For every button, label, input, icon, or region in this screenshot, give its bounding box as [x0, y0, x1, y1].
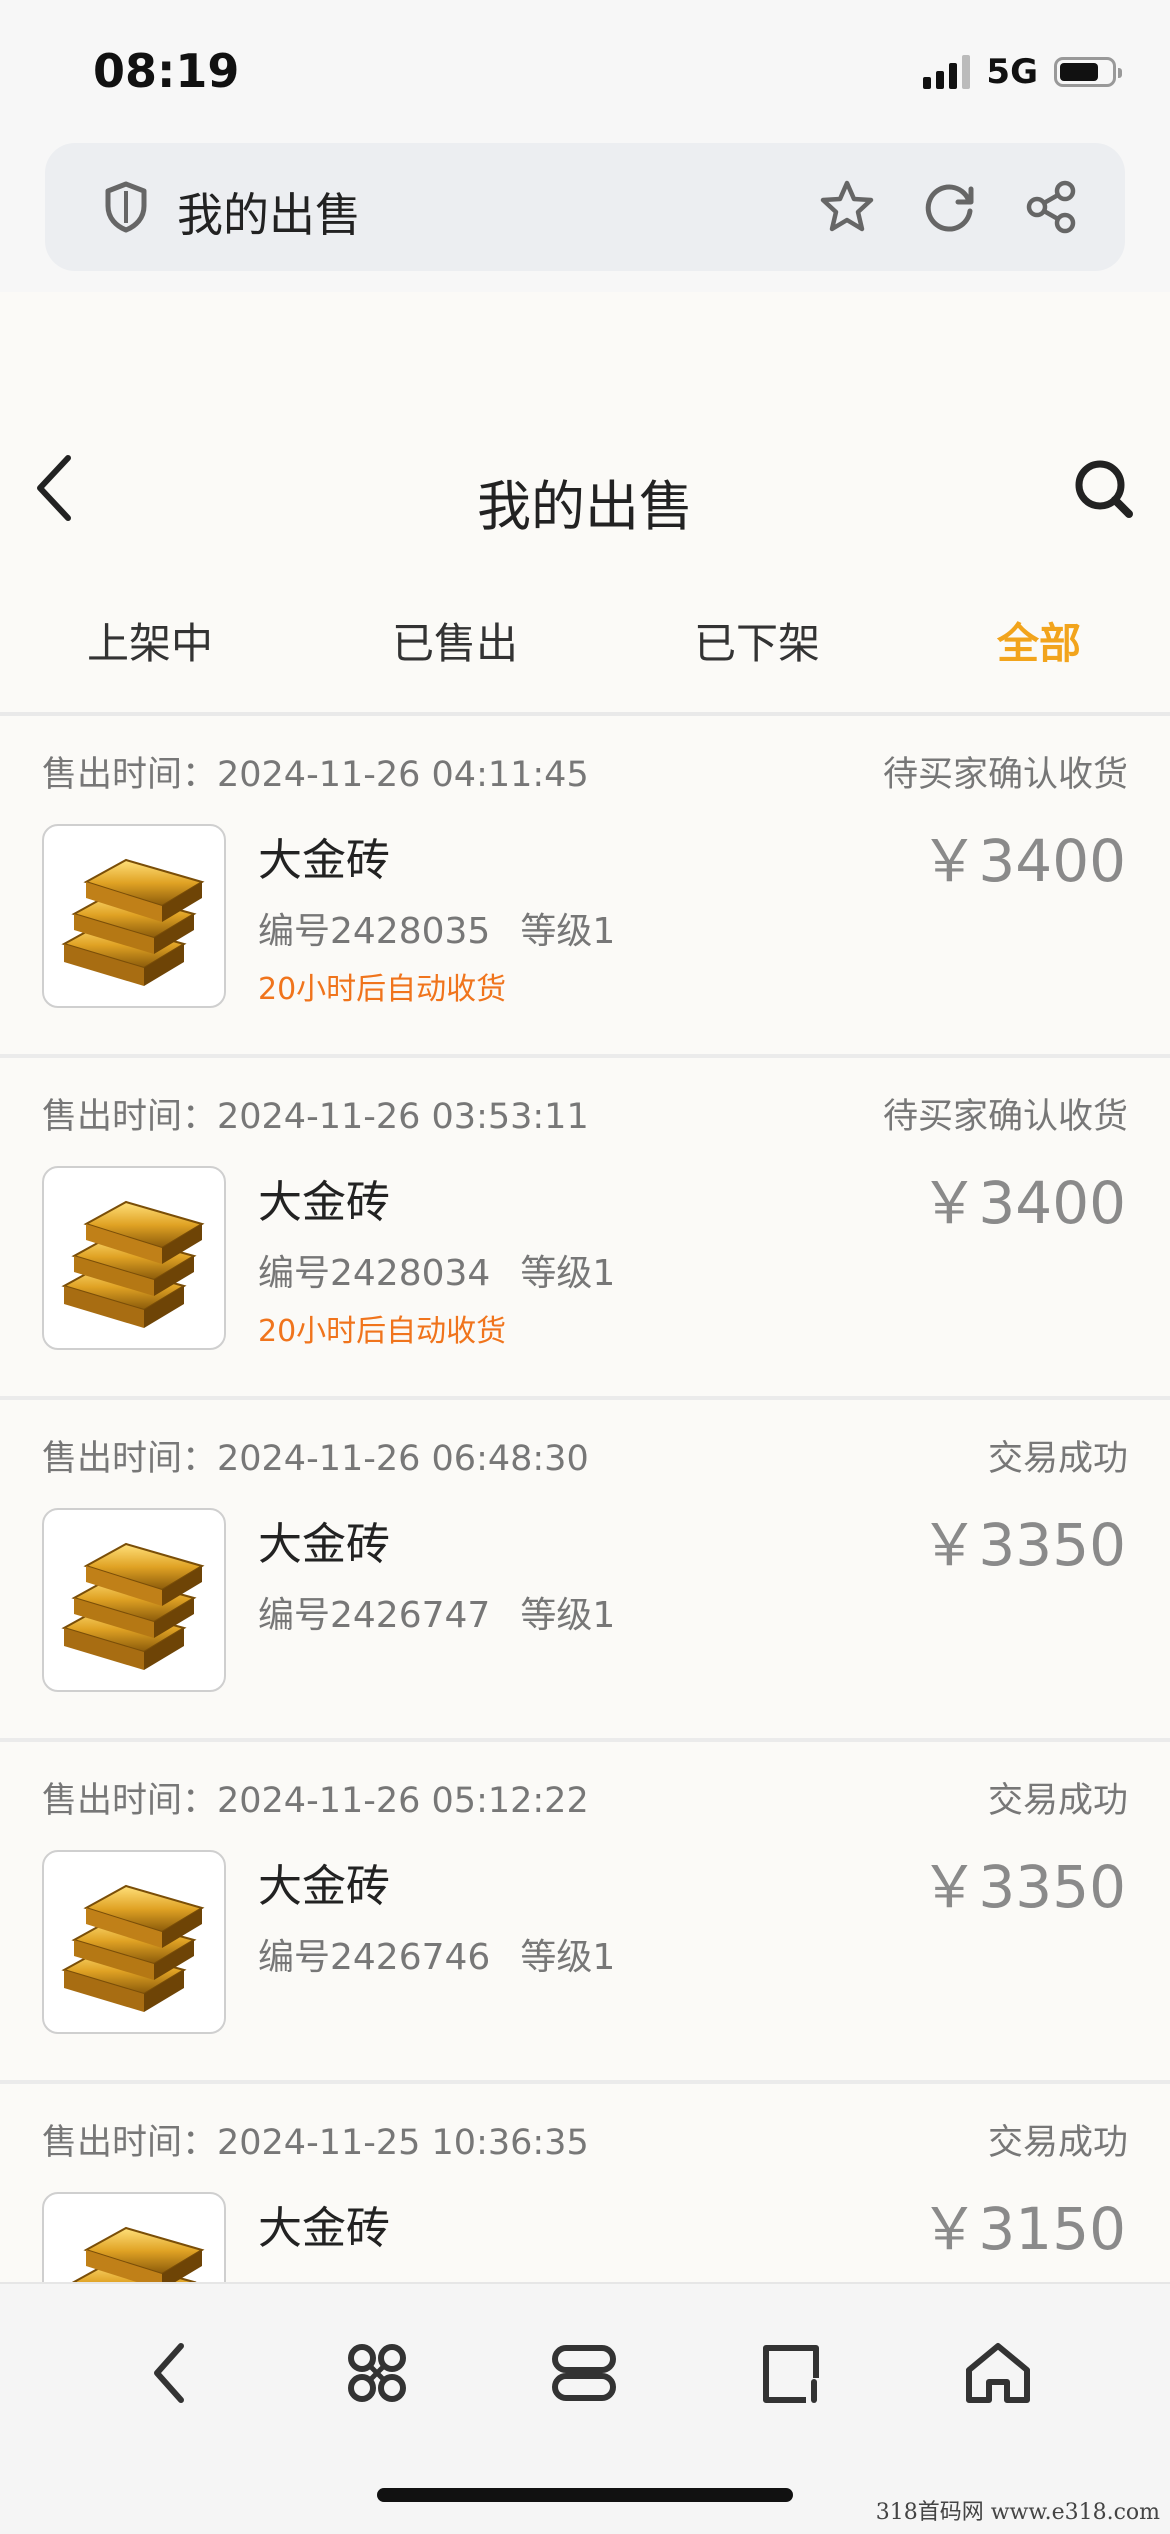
edit-icon[interactable]	[746, 2328, 836, 2418]
order-status: 待买家确认收货	[882, 1097, 1128, 1137]
shield-icon	[103, 181, 149, 237]
item-name: 大金砖	[258, 1519, 390, 1570]
order-item[interactable]: 售出时间：2024-11-26 03:53:11 待买家确认收货 大金砖 编号2…	[0, 1058, 1170, 1400]
address-title: 我的出售	[177, 188, 361, 242]
order-status: 交易成功	[987, 2123, 1128, 2163]
sell-time: 售出时间：2024-11-26 06:48:30	[42, 1439, 589, 1479]
item-meta: 编号2428035 等级1	[258, 902, 615, 954]
item-price: ￥3150	[920, 2195, 1126, 2263]
tab-on-sale[interactable]: 上架中	[30, 610, 270, 671]
order-status: 待买家确认收货	[882, 755, 1128, 795]
refresh-icon[interactable]	[919, 177, 979, 237]
watermark: 318首码网 www.e318.com	[875, 2500, 1160, 2525]
item-name: 大金砖	[258, 1861, 390, 1912]
item-serial: 编号2426746	[258, 1937, 491, 1978]
item-name: 大金砖	[258, 1177, 390, 1228]
item-price: ￥3400	[920, 1169, 1126, 1237]
gold-bar-icon	[42, 824, 226, 1008]
item-serial: 编号2426747	[258, 1595, 491, 1636]
order-status: 交易成功	[987, 1439, 1128, 1479]
item-meta: 编号2428034 等级1	[258, 1244, 615, 1296]
item-level: 等级1	[520, 911, 616, 952]
sell-time: 售出时间：2024-11-25 10:36:35	[42, 2123, 589, 2163]
item-price: ￥3350	[920, 1853, 1126, 1921]
tabs-icon[interactable]	[539, 2328, 629, 2418]
status-indicators: 5G	[923, 52, 1122, 92]
battery-icon	[1054, 57, 1122, 87]
search-icon[interactable]	[1072, 457, 1136, 525]
item-meta: 编号2426747 等级1	[258, 1586, 615, 1638]
status-bar: 08:19 5G	[0, 0, 1170, 140]
auto-receive-note: 20小时后自动收货	[258, 972, 507, 1007]
tab-bar: 上架中 已售出 已下架 全部	[0, 610, 1170, 690]
gold-bar-icon	[42, 1850, 226, 2034]
item-serial: 编号2428034	[258, 1253, 491, 1294]
item-serial: 编号2428035	[258, 911, 491, 952]
order-item[interactable]: 售出时间：2024-11-26 04:11:45 待买家确认收货 大金砖 编号2…	[0, 716, 1170, 1058]
tab-delisted[interactable]: 已下架	[637, 610, 877, 671]
item-price: ￥3400	[920, 827, 1126, 895]
page-title: 我的出售	[477, 475, 693, 538]
sell-time: 售出时间：2024-11-26 04:11:45	[42, 755, 589, 795]
tab-all[interactable]: 全部	[919, 610, 1159, 671]
item-name: 大金砖	[258, 835, 390, 886]
item-level: 等级1	[520, 1595, 616, 1636]
home-icon[interactable]	[953, 2328, 1043, 2418]
page-header: 我的出售 上架中 已售出 已下架 全部	[0, 292, 1170, 717]
item-level: 等级1	[520, 1937, 616, 1978]
apps-icon[interactable]	[332, 2328, 422, 2418]
gold-bar-icon	[42, 1508, 226, 1692]
signal-icon	[923, 55, 971, 89]
auto-receive-note: 20小时后自动收货	[258, 1314, 507, 1349]
star-icon[interactable]	[817, 177, 877, 237]
order-item[interactable]: 售出时间：2024-11-26 06:48:30 交易成功 大金砖 编号2426…	[0, 1400, 1170, 1742]
status-time: 08:19	[93, 44, 240, 98]
item-price: ￥3350	[920, 1511, 1126, 1579]
sell-time: 售出时间：2024-11-26 03:53:11	[42, 1097, 589, 1137]
item-meta: 编号2426746 等级1	[258, 1928, 615, 1980]
network-label: 5G	[986, 52, 1038, 92]
browser-bar: 我的出售	[0, 140, 1170, 294]
sell-time: 售出时间：2024-11-26 05:12:22	[42, 1781, 589, 1821]
gold-bar-icon	[42, 1166, 226, 1350]
order-item[interactable]: 售出时间：2024-11-26 05:12:22 交易成功 大金砖 编号2426…	[0, 1742, 1170, 2084]
item-name: 大金砖	[258, 2203, 390, 2254]
share-icon[interactable]	[1021, 177, 1081, 237]
tab-sold[interactable]: 已售出	[335, 610, 575, 671]
home-indicator[interactable]	[377, 2488, 793, 2502]
address-bar[interactable]: 我的出售	[45, 143, 1125, 271]
toolbar-back-icon[interactable]	[125, 2328, 215, 2418]
order-status: 交易成功	[987, 1781, 1128, 1821]
item-level: 等级1	[520, 1253, 616, 1294]
